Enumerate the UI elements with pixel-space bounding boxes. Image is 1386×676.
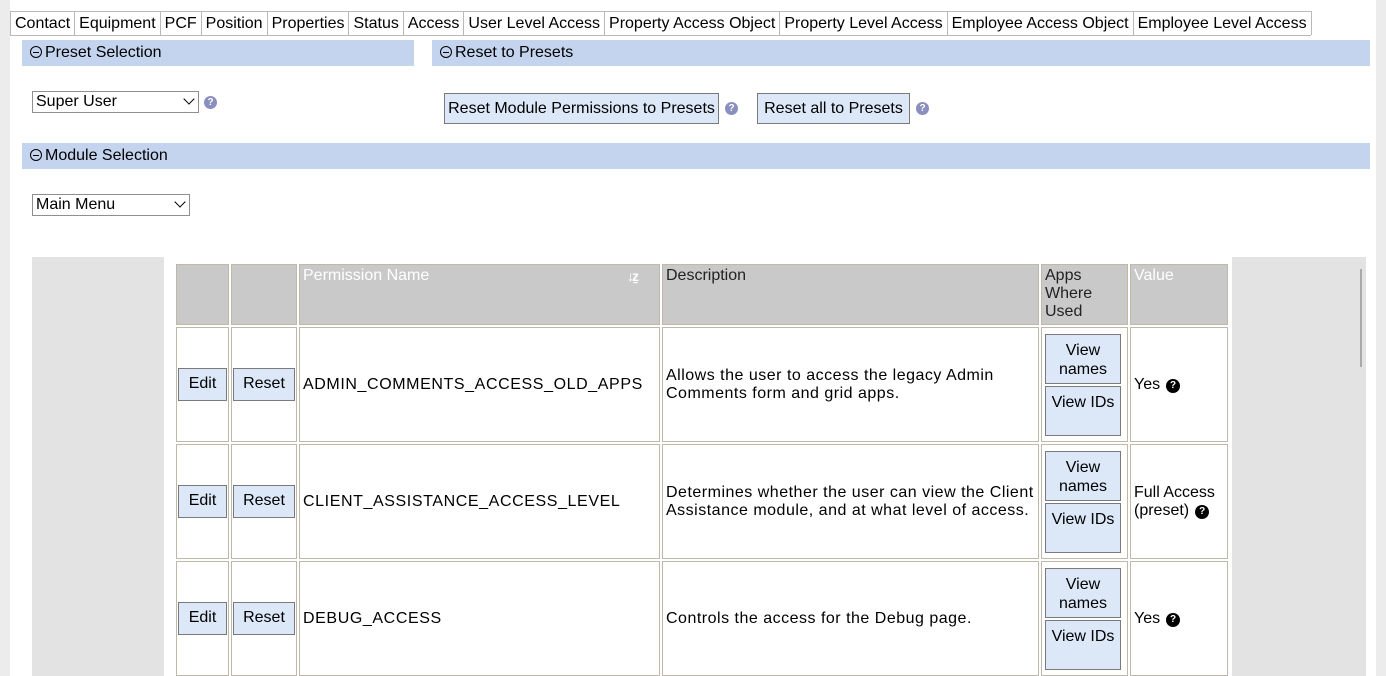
preset-selection-title: Preset Selection [45, 44, 162, 61]
reset-button[interactable]: Reset [233, 602, 295, 635]
table-row: Edit Reset CLIENT_ASSISTANCE_ACCESS_LEVE… [176, 444, 1228, 559]
description-cell: Determines whether the user can view the… [662, 444, 1039, 559]
collapse-icon[interactable] [30, 46, 42, 58]
view-ids-button[interactable]: View IDs [1045, 619, 1121, 670]
tab-contact[interactable]: Contact [10, 11, 76, 35]
tab-pcf[interactable]: PCF [159, 11, 202, 35]
help-icon[interactable]: ? [1166, 612, 1181, 627]
tab-property-level-access[interactable]: Property Level Access [779, 11, 948, 35]
tab-equipment[interactable]: Equipment [74, 11, 161, 35]
preset-select-value: Super User [36, 93, 117, 110]
header-value-label: Value [1134, 267, 1174, 284]
view-names-button[interactable]: View names [1045, 333, 1121, 384]
reset-cell: Reset [231, 561, 297, 676]
view-ids-button[interactable]: View IDs [1045, 502, 1121, 553]
apps-cell: View names View IDs [1041, 561, 1128, 676]
permission-name-cell: ADMIN_COMMENTS_ACCESS_OLD_APPS [299, 327, 660, 442]
tab-user-level-access[interactable]: User Level Access [463, 11, 606, 35]
header-apps-where-used[interactable]: Apps Where Used [1041, 264, 1128, 325]
description-cell: Controls the access for the Debug page. [662, 561, 1039, 676]
collapse-icon[interactable] [440, 46, 452, 58]
header-description[interactable]: Description [662, 264, 1039, 325]
tab-employee-level-access[interactable]: Employee Level Access [1132, 11, 1312, 35]
module-select[interactable]: Main Menu [32, 194, 190, 216]
value-text: Yes [1134, 375, 1161, 393]
tab-properties[interactable]: Properties [266, 11, 350, 35]
chevron-down-icon [183, 93, 195, 105]
permission-name-cell: CLIENT_ASSISTANCE_ACCESS_LEVEL [299, 444, 660, 559]
permissions-grid-panel: Permission Name ↓ẕ Description Apps Wher… [164, 257, 1232, 676]
header-reset-column [231, 264, 297, 325]
tab-access[interactable]: Access [402, 11, 465, 35]
reset-to-presets-header[interactable]: Reset to Presets [432, 40, 1370, 66]
edit-cell: Edit [176, 327, 229, 442]
header-permission-name[interactable]: Permission Name ↓ẕ [299, 264, 660, 325]
reset-module-permissions-button[interactable]: Reset Module Permissions to Presets [444, 93, 719, 124]
header-value[interactable]: Value [1130, 264, 1228, 325]
help-icon[interactable]: ? [916, 102, 929, 115]
preset-select[interactable]: Super User [32, 91, 199, 113]
value-text: Yes [1134, 609, 1161, 627]
help-icon[interactable]: ? [1166, 378, 1181, 393]
reset-to-presets-title: Reset to Presets [455, 44, 574, 61]
view-names-button[interactable]: View names [1045, 567, 1121, 618]
sort-icon[interactable]: ↓ẕ [627, 267, 639, 285]
help-icon[interactable]: ? [204, 96, 217, 109]
reset-all-button[interactable]: Reset all to Presets [757, 93, 910, 124]
apps-cell: View names View IDs [1041, 444, 1128, 559]
view-names-button[interactable]: View names [1045, 450, 1121, 501]
help-icon[interactable]: ? [725, 102, 738, 115]
view-ids-button[interactable]: View IDs [1045, 385, 1121, 436]
edit-cell: Edit [176, 561, 229, 676]
edit-cell: Edit [176, 444, 229, 559]
scrollbar-thumb[interactable] [1360, 269, 1362, 367]
table-row: Edit Reset ADMIN_COMMENTS_ACCESS_OLD_APP… [176, 327, 1228, 442]
permissions-grid-container: Permission Name ↓ẕ Description Apps Wher… [32, 257, 1366, 676]
description-cell: Allows the user to access the legacy Adm… [662, 327, 1039, 442]
header-description-label: Description [666, 267, 747, 284]
table-header-row: Permission Name ↓ẕ Description Apps Wher… [176, 264, 1228, 325]
chevron-down-icon [174, 196, 186, 208]
edit-button[interactable]: Edit [178, 485, 227, 518]
value-cell[interactable]: Full Access (preset)? [1130, 444, 1228, 559]
edit-button[interactable]: Edit [178, 368, 227, 401]
reset-cell: Reset [231, 444, 297, 559]
reset-cell: Reset [231, 327, 297, 442]
value-cell[interactable]: Yes? [1130, 327, 1228, 442]
tab-status[interactable]: Status [348, 11, 404, 35]
permissions-table: Permission Name ↓ẕ Description Apps Wher… [174, 262, 1230, 676]
apps-cell: View names View IDs [1041, 327, 1128, 442]
header-edit-column [176, 264, 229, 325]
reset-button[interactable]: Reset [233, 485, 295, 518]
help-icon[interactable]: ? [1195, 504, 1210, 519]
module-select-value: Main Menu [36, 196, 116, 213]
preset-selection-header[interactable]: Preset Selection [22, 40, 414, 66]
edit-button[interactable]: Edit [178, 602, 227, 635]
permission-name-cell: DEBUG_ACCESS [299, 561, 660, 676]
header-permission-name-label: Permission Name [303, 267, 430, 284]
tab-bar: Contact Equipment PCF Position Propertie… [10, 11, 1312, 36]
table-row: Edit Reset DEBUG_ACCESS Controls the acc… [176, 561, 1228, 676]
collapse-icon[interactable] [30, 149, 42, 161]
header-apps-where-used-label: Apps Where Used [1045, 267, 1093, 320]
module-selection-header[interactable]: Module Selection [22, 143, 1370, 169]
module-selection-title: Module Selection [45, 147, 168, 164]
tab-property-access-object[interactable]: Property Access Object [604, 11, 781, 35]
tab-employee-access-object[interactable]: Employee Access Object [946, 11, 1134, 35]
reset-button[interactable]: Reset [233, 368, 295, 401]
value-cell[interactable]: Yes? [1130, 561, 1228, 676]
tab-position[interactable]: Position [200, 11, 268, 35]
page: Contact Equipment PCF Position Propertie… [10, 0, 1376, 676]
